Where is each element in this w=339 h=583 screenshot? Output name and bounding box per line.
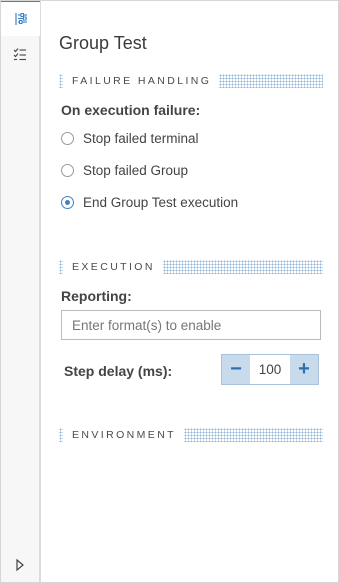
radio-label: Stop failed terminal xyxy=(83,131,199,146)
section-marker xyxy=(59,74,63,88)
section-marker xyxy=(59,260,63,274)
reporting-label: Reporting: xyxy=(61,288,132,304)
radio-end-group-test[interactable]: End Group Test execution xyxy=(61,195,238,210)
section-heading: ENVIRONMENT xyxy=(72,429,176,441)
side-rail xyxy=(1,1,40,582)
radio-stop-failed-group[interactable]: Stop failed Group xyxy=(61,163,188,178)
reporting-input[interactable] xyxy=(61,310,321,340)
section-divider xyxy=(184,428,323,442)
section-heading: EXECUTION xyxy=(72,261,155,273)
radio-button-selected[interactable] xyxy=(61,196,74,209)
checklist-icon xyxy=(13,48,26,61)
section-divider xyxy=(219,74,323,88)
radio-button[interactable] xyxy=(61,132,74,145)
section-marker xyxy=(59,428,63,442)
page-title: Group Test xyxy=(59,33,147,53)
expand-icon xyxy=(16,559,24,571)
radio-button[interactable] xyxy=(61,164,74,177)
decrement-button[interactable]: − xyxy=(222,355,250,384)
radio-stop-failed-terminal[interactable]: Stop failed terminal xyxy=(61,131,199,146)
properties-icon xyxy=(14,13,27,25)
radio-label: Stop failed Group xyxy=(83,163,189,178)
radio-label: End Group Test execution xyxy=(83,195,239,210)
properties-panel: Group Test FAILURE HANDLING On execution… xyxy=(40,1,339,582)
failure-label: On execution failure: xyxy=(61,102,201,118)
editor-frame: Group Test FAILURE HANDLING On execution… xyxy=(0,0,339,583)
section-failure-handling: FAILURE HANDLING xyxy=(59,74,323,88)
section-divider xyxy=(162,260,323,274)
section-environment: ENVIRONMENT xyxy=(59,428,323,442)
checklist-tab[interactable] xyxy=(1,37,39,71)
section-execution: EXECUTION xyxy=(59,260,323,274)
increment-button[interactable]: + xyxy=(290,355,318,384)
section-heading: FAILURE HANDLING xyxy=(72,75,212,87)
step-delay-label: Step delay (ms): xyxy=(64,363,173,379)
step-delay-stepper: − 100 + xyxy=(221,354,319,385)
properties-tab[interactable] xyxy=(1,1,40,36)
step-delay-value[interactable]: 100 xyxy=(250,355,290,384)
expand-panel-button[interactable] xyxy=(1,548,39,582)
